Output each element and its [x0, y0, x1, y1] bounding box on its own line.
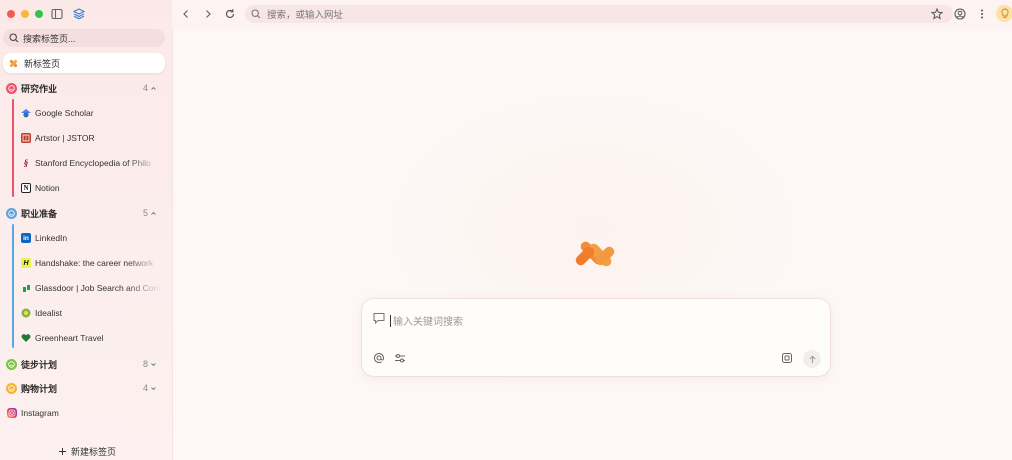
layers-icon[interactable]: [72, 7, 86, 21]
profile-icon[interactable]: [954, 8, 966, 20]
close-window-button[interactable]: [7, 10, 15, 18]
app-logo-icon: [575, 241, 615, 267]
sidebar-tab-item[interactable]: N Notion: [21, 181, 161, 195]
group-label: 职业准备: [21, 208, 58, 219]
new-tab-button[interactable]: 新建标签页: [58, 445, 116, 458]
linkedin-icon: in: [21, 233, 31, 243]
group-smile-icon: [6, 207, 17, 219]
group-count-value: 4: [142, 83, 148, 93]
text-caret: [390, 314, 391, 327]
sidebar-tab-item[interactable]: Greenheart Travel: [21, 331, 161, 345]
chevron-up-icon[interactable]: [150, 85, 157, 92]
group-smile-icon: [6, 358, 17, 370]
sidebar-toggle-icon[interactable]: [50, 7, 64, 21]
tab-group-hiking[interactable]: 徒步计划 8: [6, 356, 160, 372]
tab-label: Handshake: the career network: [35, 258, 154, 268]
group-count: 4: [143, 383, 157, 393]
new-tab-button-label: 新建标签页: [71, 447, 117, 457]
group-label: 购物计划: [21, 383, 58, 394]
sidebar-tab-item[interactable]: Artstor | JSTOR: [21, 131, 161, 145]
chevron-down-icon[interactable]: [150, 361, 157, 368]
minimize-window-button[interactable]: [21, 10, 29, 18]
window-controls: [7, 10, 43, 18]
group-smile-icon: [6, 382, 17, 394]
group-count-value: 5: [142, 208, 148, 218]
search-icon: [9, 33, 19, 43]
stanford-icon: §: [23, 158, 29, 168]
sidebar-tab-item[interactable]: Glassdoor | Job Search and Company Revie…: [21, 281, 161, 295]
notion-icon: N: [21, 183, 31, 193]
jstor-icon: [21, 133, 31, 143]
tab-label: LinkedIn: [35, 233, 68, 243]
group-label: 研究作业: [21, 83, 58, 94]
plus-icon: [59, 448, 66, 455]
group-smile-icon: [6, 82, 17, 94]
tab-label: Greenheart Travel: [35, 333, 104, 343]
search-box[interactable]: 输入关键词搜索: [362, 299, 830, 376]
heart-icon: [21, 333, 31, 343]
group-label: 徒步计划: [21, 359, 58, 370]
reload-icon[interactable]: [224, 8, 236, 20]
more-menu-icon[interactable]: [977, 8, 987, 20]
maximize-window-button[interactable]: [35, 10, 43, 18]
sidebar-tab-item[interactable]: Google Scholar: [21, 106, 161, 120]
app-logo-icon: [9, 59, 18, 67]
group-count: 5: [143, 208, 157, 218]
glassdoor-icon: [21, 283, 31, 293]
tab-label: Idealist: [35, 308, 62, 318]
search-icon: [251, 9, 261, 19]
chevron-up-icon[interactable]: [150, 210, 157, 217]
group-count-value: 8: [142, 359, 148, 369]
sidebar-tab-item[interactable]: § Stanford Encyclopedia of Philo: [21, 156, 161, 170]
tab-group-shopping[interactable]: 购物计划 4: [6, 380, 160, 396]
group-count-value: 4: [142, 383, 148, 393]
group-indicator-bar: [12, 224, 14, 348]
address-bar[interactable]: 搜索，或输入网址: [245, 5, 953, 23]
tab-group-career[interactable]: 职业准备 5: [6, 205, 160, 221]
new-tab-item-label: 新标签页: [24, 58, 61, 69]
tab-label: Artstor | JSTOR: [35, 133, 95, 143]
forward-icon[interactable]: [202, 8, 214, 20]
settings-sliders-icon[interactable]: [394, 352, 406, 364]
tab-label: Google Scholar: [35, 108, 94, 118]
tab-search-placeholder: 搜索标签页...: [23, 33, 76, 44]
screenshot-icon[interactable]: [781, 352, 793, 364]
sidebar-item-new-tab[interactable]: 新标签页: [3, 53, 165, 73]
chat-icon: [373, 313, 385, 325]
address-placeholder: 搜索，或输入网址: [267, 10, 344, 21]
arrow-up-icon: [808, 355, 816, 363]
new-tab-page: 输入关键词搜索: [172, 29, 1012, 460]
lightbulb-icon: [1000, 8, 1009, 18]
tab-label: Glassdoor | Job Search and Company Revie…: [35, 283, 161, 293]
tab-group-research[interactable]: 研究作业 4: [6, 80, 160, 96]
search-placeholder: 输入关键词搜索: [393, 317, 463, 328]
bookmark-star-icon[interactable]: [931, 8, 943, 20]
group-indicator-bar: [12, 99, 14, 197]
sidebar-tab-item[interactable]: H Handshake: the career network: [21, 256, 161, 270]
idealist-icon: [21, 308, 31, 318]
lightbulb-button[interactable]: [996, 5, 1012, 22]
group-count: 8: [143, 359, 157, 369]
group-count: 4: [143, 83, 157, 93]
tab-search-input[interactable]: 搜索标签页...: [3, 29, 165, 47]
instagram-icon: [7, 408, 17, 418]
back-icon[interactable]: [180, 8, 192, 20]
sidebar-tab-item[interactable]: Instagram: [7, 406, 147, 420]
sidebar-tab-item[interactable]: in LinkedIn: [21, 231, 161, 245]
sidebar: 搜索标签页... 新标签页 研究作业 4 Google Scholar Arts…: [0, 0, 172, 460]
tab-label: Notion: [35, 183, 60, 193]
send-button[interactable]: [803, 350, 821, 368]
google-scholar-icon: [21, 108, 31, 118]
sidebar-tab-item[interactable]: Idealist: [21, 306, 161, 320]
chevron-down-icon[interactable]: [150, 385, 157, 392]
search-input[interactable]: 输入关键词搜索: [390, 313, 463, 328]
at-mention-icon[interactable]: [373, 352, 385, 364]
tab-label: Stanford Encyclopedia of Philo: [35, 158, 151, 168]
handshake-icon: H: [21, 258, 31, 268]
tab-label: Instagram: [21, 408, 59, 418]
